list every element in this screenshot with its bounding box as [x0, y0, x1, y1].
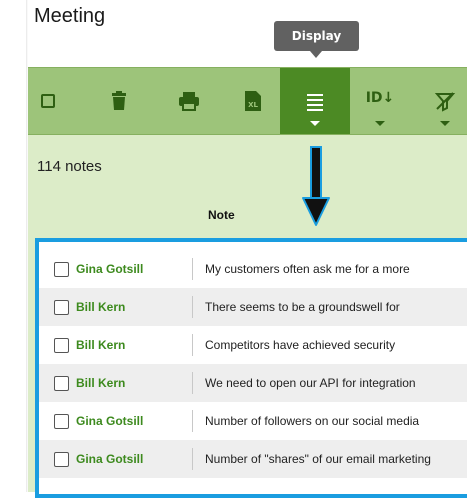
display-dropdown-caret — [310, 121, 320, 126]
row-note[interactable]: Number of followers on our social media — [205, 414, 419, 428]
row-checkbox[interactable] — [54, 375, 69, 391]
trash-icon — [112, 91, 126, 110]
row-author[interactable]: Bill Kern — [76, 376, 125, 390]
sort-button[interactable]: ID↓ — [358, 68, 402, 134]
filter-dropdown-caret — [440, 121, 450, 126]
column-divider — [192, 372, 193, 394]
sort-id-icon: ID↓ — [365, 90, 395, 106]
row-checkbox[interactable] — [54, 337, 69, 353]
row-checkbox[interactable] — [54, 299, 69, 315]
display-tooltip: Display — [274, 21, 359, 58]
column-divider — [192, 334, 193, 356]
sort-dropdown-caret — [375, 121, 385, 126]
column-header-note: Note — [208, 208, 235, 222]
row-note[interactable]: Competitors have achieved security — [205, 338, 395, 352]
list-icon — [307, 94, 323, 111]
table-row[interactable]: Gina Gotsill Number of followers on our … — [39, 402, 467, 440]
table-row[interactable]: Bill Kern Competitors have achieved secu… — [39, 326, 467, 364]
page-title: Meeting — [34, 5, 106, 27]
column-divider — [192, 258, 193, 280]
printer-icon — [179, 92, 199, 111]
row-note[interactable]: Number of "shares" of our email marketin… — [205, 452, 431, 466]
display-button[interactable] — [280, 68, 350, 134]
excel-icon: XL — [245, 91, 261, 111]
notes-table: Gina Gotsill My customers often ask me f… — [35, 238, 467, 498]
column-divider — [192, 448, 193, 470]
row-checkbox[interactable] — [54, 261, 69, 277]
row-author[interactable]: Bill Kern — [76, 338, 125, 352]
row-author[interactable]: Bill Kern — [76, 300, 125, 314]
row-author[interactable]: Gina Gotsill — [76, 262, 143, 276]
row-checkbox[interactable] — [54, 413, 69, 429]
column-divider — [192, 410, 193, 432]
notes-count: 114 notes — [37, 158, 102, 175]
row-checkbox[interactable] — [54, 451, 69, 467]
select-all-checkbox[interactable] — [28, 68, 68, 134]
down-arrow-annotation — [302, 146, 330, 226]
export-excel-button[interactable]: XL — [233, 68, 273, 134]
excel-icon-text: XL — [248, 101, 258, 109]
delete-button[interactable] — [99, 68, 139, 134]
row-author[interactable]: Gina Gotsill — [76, 452, 143, 466]
row-note[interactable]: There seems to be a groundswell for — [205, 300, 400, 314]
toolbar: XL ID↓ — [28, 67, 467, 135]
checkbox-icon — [41, 94, 55, 108]
table-row[interactable]: Gina Gotsill My customers often ask me f… — [39, 250, 467, 288]
filter-off-icon — [434, 92, 456, 112]
filter-button[interactable] — [423, 68, 467, 134]
column-divider — [192, 296, 193, 318]
row-author[interactable]: Gina Gotsill — [76, 414, 143, 428]
table-row[interactable]: Bill Kern There seems to be a groundswel… — [39, 288, 467, 326]
table-row[interactable]: Bill Kern We need to open our API for in… — [39, 364, 467, 402]
row-note[interactable]: We need to open our API for integration — [205, 376, 416, 390]
row-note[interactable]: My customers often ask me for a more — [205, 262, 410, 276]
table-row[interactable]: Gina Gotsill Number of "shares" of our e… — [39, 440, 467, 478]
print-button[interactable] — [167, 68, 211, 134]
